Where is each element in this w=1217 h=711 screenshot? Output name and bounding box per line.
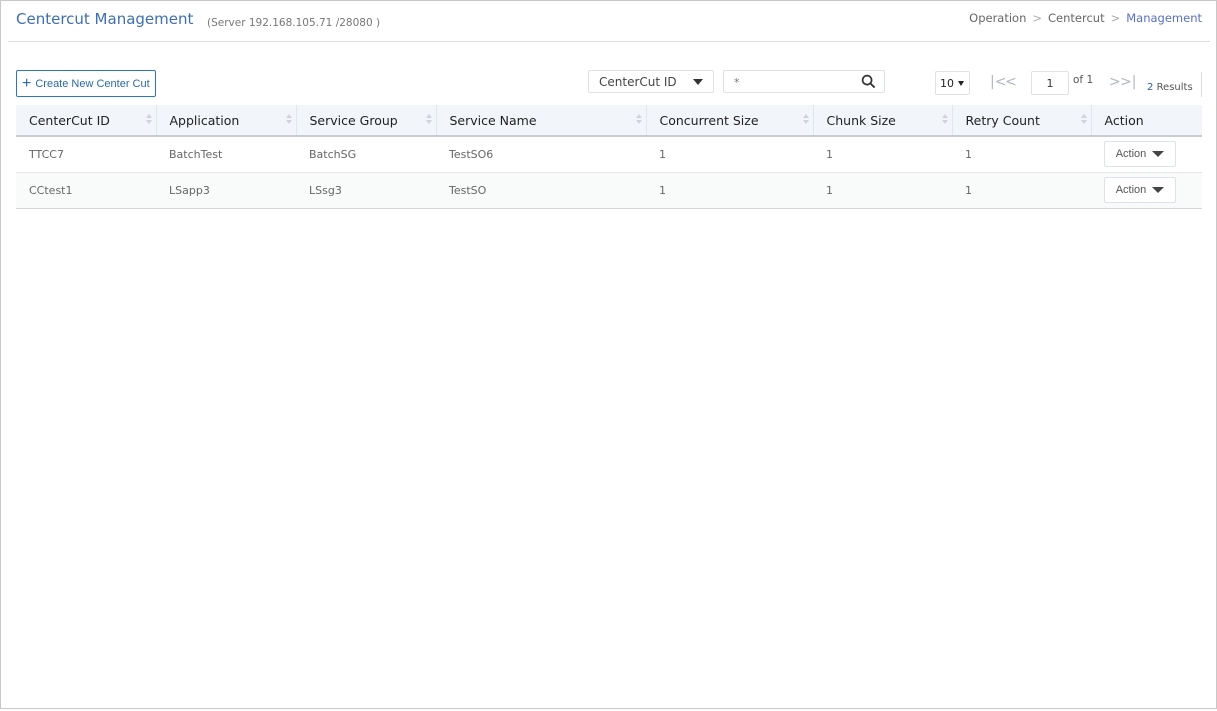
page-size-value: 10 [940, 76, 954, 90]
column-label: Action [1104, 112, 1144, 128]
cell-centercut-id: TTCC7 [29, 147, 64, 161]
column-label: Service Name [449, 112, 537, 128]
cell-concurrent-size: 1 [659, 183, 666, 197]
divider [1201, 72, 1202, 97]
sort-icon[interactable] [802, 114, 809, 126]
cell-chunk-size: 1 [826, 183, 833, 197]
cell-action: Action [1091, 172, 1202, 208]
cell-chunk-size: 1 [826, 147, 833, 161]
page-size-select[interactable]: 10 [935, 71, 970, 95]
cell-service-group: LSsg3 [309, 183, 342, 197]
cell-service-name: TestSO [449, 183, 487, 197]
column-header-retry-count[interactable]: Retry Count [952, 105, 1092, 136]
last-page-icon[interactable]: >| [1120, 73, 1136, 91]
search-box [723, 70, 885, 93]
page-total: of 1 [1073, 74, 1094, 86]
column-label: Retry Count [965, 112, 1040, 128]
breadcrumb-separator: > [1032, 11, 1043, 25]
create-button-label: Create New Center Cut [35, 77, 150, 90]
server-info: (Server 192.168.105.71 /28080 ) [207, 17, 381, 29]
chevron-down-icon [693, 79, 703, 85]
column-label: Service Group [309, 112, 398, 128]
column-header-chunk-size[interactable]: Chunk Size [813, 105, 953, 136]
results-label: Results [1156, 82, 1193, 93]
centercut-table: CenterCut ID Application Service Group S… [16, 105, 1202, 209]
cell-retry-count: 1 [965, 183, 972, 197]
column-label: Concurrent Size [659, 112, 759, 128]
column-header-service-group[interactable]: Service Group [296, 105, 437, 136]
column-label: CenterCut ID [29, 112, 110, 128]
column-header-service-name[interactable]: Service Name [436, 105, 647, 136]
sort-icon[interactable] [145, 114, 152, 126]
column-header-application[interactable]: Application [156, 105, 297, 136]
results-count: 2 Results [1147, 82, 1193, 93]
filter-field-value: CenterCut ID [599, 74, 677, 89]
create-new-center-cut-button[interactable]: + Create New Center Cut [16, 70, 156, 97]
prev-page-icon[interactable]: < [1005, 73, 1017, 91]
plus-icon: + [22, 74, 32, 92]
breadcrumb-operation[interactable]: Operation [969, 11, 1026, 25]
table-header-row: CenterCut ID Application Service Group S… [16, 105, 1202, 136]
column-label: Chunk Size [826, 112, 896, 128]
breadcrumb-centercut[interactable]: Centercut [1048, 11, 1105, 25]
cell-service-name: TestSO6 [449, 147, 494, 161]
page-title: Centercut Management [16, 10, 194, 28]
caret-down-icon [1152, 151, 1165, 158]
table-row[interactable]: CCtest1 LSapp3 LSsg3 TestSO 1 1 1 Action [16, 172, 1202, 208]
next-page-icon[interactable]: > [1109, 73, 1121, 91]
table-row[interactable]: TTCC7 BatchTest BatchSG TestSO6 1 1 1 Ac… [16, 136, 1202, 172]
action-dropdown-button[interactable]: Action [1104, 177, 1176, 203]
sort-icon[interactable] [635, 114, 642, 126]
cell-retry-count: 1 [965, 147, 972, 161]
column-header-centercut-id[interactable]: CenterCut ID [16, 105, 157, 136]
cell-service-group: BatchSG [309, 147, 357, 161]
breadcrumb: Operation > Centercut > Management [969, 11, 1202, 25]
first-page-icon[interactable]: |< [990, 73, 1006, 91]
caret-down-icon [1152, 187, 1165, 193]
search-input[interactable] [724, 72, 849, 93]
action-label: Action [1115, 148, 1147, 161]
action-label: Action [1115, 184, 1147, 196]
cell-application: LSapp3 [169, 183, 210, 197]
column-header-concurrent-size[interactable]: Concurrent Size [646, 105, 814, 136]
column-label: Application [169, 112, 240, 128]
cell-concurrent-size: 1 [659, 147, 666, 161]
sort-icon[interactable] [1080, 114, 1087, 126]
cell-centercut-id: CCtest1 [29, 183, 73, 197]
page-header: Centercut Management (Server 192.168.105… [8, 0, 1210, 42]
sort-icon[interactable] [425, 114, 432, 126]
current-page-input[interactable] [1031, 71, 1069, 95]
filter-field-select[interactable]: CenterCut ID [588, 70, 714, 93]
column-header-action: Action [1091, 105, 1202, 136]
sort-icon[interactable] [941, 114, 948, 126]
cell-action: Action [1091, 136, 1202, 172]
results-number: 2 [1147, 82, 1154, 93]
breadcrumb-separator: > [1110, 11, 1121, 25]
breadcrumb-management: Management [1126, 11, 1202, 25]
sort-icon[interactable] [285, 114, 292, 126]
action-dropdown-button[interactable]: Action [1104, 141, 1176, 168]
caret-down-icon [958, 80, 964, 86]
search-icon[interactable] [861, 74, 876, 89]
cell-application: BatchTest [169, 147, 223, 161]
